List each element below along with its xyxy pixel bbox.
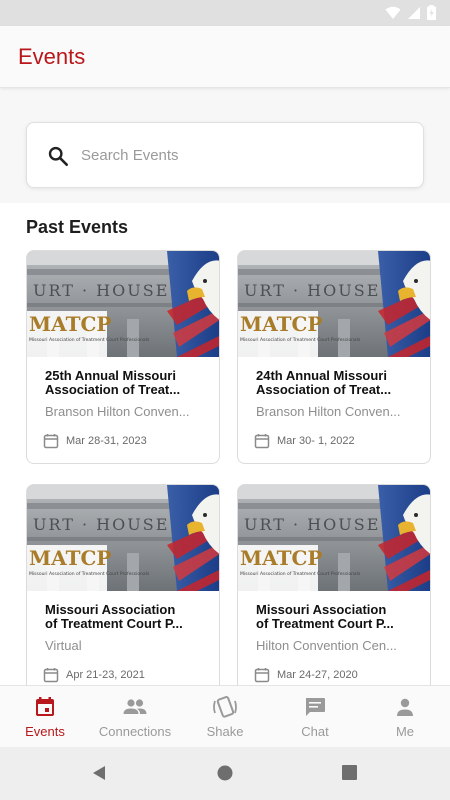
event-image: URT · HOUSE MATCP Missouri Association o… [238,485,430,591]
nav-label-chat: Chat [301,724,329,739]
event-image: URT · HOUSE MATCP Missouri Association o… [27,251,219,357]
recents-icon[interactable] [341,764,358,781]
event-location: Branson Hilton Conven... [256,404,401,419]
cellular-icon [408,6,420,19]
event-card[interactable]: URT · HOUSE MATCP Missouri Association o… [237,484,431,685]
event-card[interactable]: URT · HOUSE MATCP Missouri Association o… [237,250,431,464]
person-icon [397,698,413,716]
search-box[interactable] [26,122,424,188]
nav-label-me: Me [395,724,415,739]
svg-text:MATCP: MATCP [29,312,111,336]
home-icon[interactable] [216,764,234,782]
search-input[interactable] [81,141,401,169]
calendar-icon [254,668,270,683]
svg-text:URT · HOUSE: URT · HOUSE [244,515,380,534]
chat-icon [306,698,325,716]
svg-text:MATCP: MATCP [240,312,322,336]
page-title: Events [18,44,86,69]
nav-item-shake[interactable]: Shake [180,686,270,747]
nav-item-connections[interactable]: Connections [90,686,180,747]
event-date: Mar 28-31, 2023 [66,435,147,447]
calendar-icon [254,434,270,449]
nav-item-me[interactable]: Me [360,686,450,747]
events-content[interactable]: Past Events URT · HOUSE MATCP Missouri A… [0,203,450,685]
svg-text:MATCP: MATCP [240,546,322,570]
wifi-icon [385,6,401,19]
event-date: Apr 21-23, 2021 [66,669,145,681]
event-location: Virtual [45,638,82,653]
event-image: URT · HOUSE MATCP Missouri Association o… [238,251,430,357]
event-date: Mar 30- 1, 2022 [277,435,355,447]
svg-text:URT · HOUSE: URT · HOUSE [33,281,169,300]
search-icon [48,146,68,166]
nav-label-events: Events [25,724,65,739]
svg-text:Missouri Association of Treatm: Missouri Association of Treatment Court … [240,337,361,343]
section-title-past-events: Past Events [26,217,129,237]
event-date-row: Apr 21-23, 2021 [43,667,145,683]
bottom-nav: Events Connections Shake Chat Me [0,685,450,747]
people-icon [123,699,147,714]
status-bar [0,0,450,26]
nav-label-connections: Connections [98,724,172,739]
event-title: Missouri Association of Treatment Court … [45,603,183,631]
event-location: Hilton Convention Cen... [256,638,397,653]
app-bar: Events [0,26,450,88]
event-card[interactable]: URT · HOUSE MATCP Missouri Association o… [26,250,220,464]
svg-text:Missouri Association of Treatm: Missouri Association of Treatment Court … [240,571,361,577]
svg-text:URT · HOUSE: URT · HOUSE [33,515,169,534]
calendar-icon [43,668,59,683]
event-title: Missouri Association of Treatment Court … [256,603,394,631]
event-title: 24th Annual Missouri Association of Trea… [256,369,392,397]
event-title: 25th Annual Missouri Association of Trea… [45,369,181,397]
event-date-row: Mar 30- 1, 2022 [254,433,355,449]
event-date-row: Mar 24-27, 2020 [254,667,358,683]
svg-text:MATCP: MATCP [29,546,111,570]
svg-text:URT · HOUSE: URT · HOUSE [244,281,380,300]
event-card[interactable]: URT · HOUSE MATCP Missouri Association o… [26,484,220,685]
shake-icon [213,696,237,718]
nav-item-chat[interactable]: Chat [270,686,360,747]
nav-item-events[interactable]: Events [0,686,90,747]
calendar-icon [36,697,54,716]
battery-icon [427,5,436,20]
system-nav-bar [0,747,450,800]
status-icons [385,5,436,20]
svg-text:Missouri Association of Treatm: Missouri Association of Treatment Court … [29,571,150,577]
calendar-icon [43,434,59,449]
event-image: URT · HOUSE MATCP Missouri Association o… [27,485,219,591]
event-location: Branson Hilton Conven... [45,404,190,419]
svg-text:Missouri Association of Treatm: Missouri Association of Treatment Court … [29,337,150,343]
nav-label-shake: Shake [206,724,244,739]
event-date: Mar 24-27, 2020 [277,669,358,681]
event-date-row: Mar 28-31, 2023 [43,433,147,449]
back-icon[interactable] [90,764,108,782]
